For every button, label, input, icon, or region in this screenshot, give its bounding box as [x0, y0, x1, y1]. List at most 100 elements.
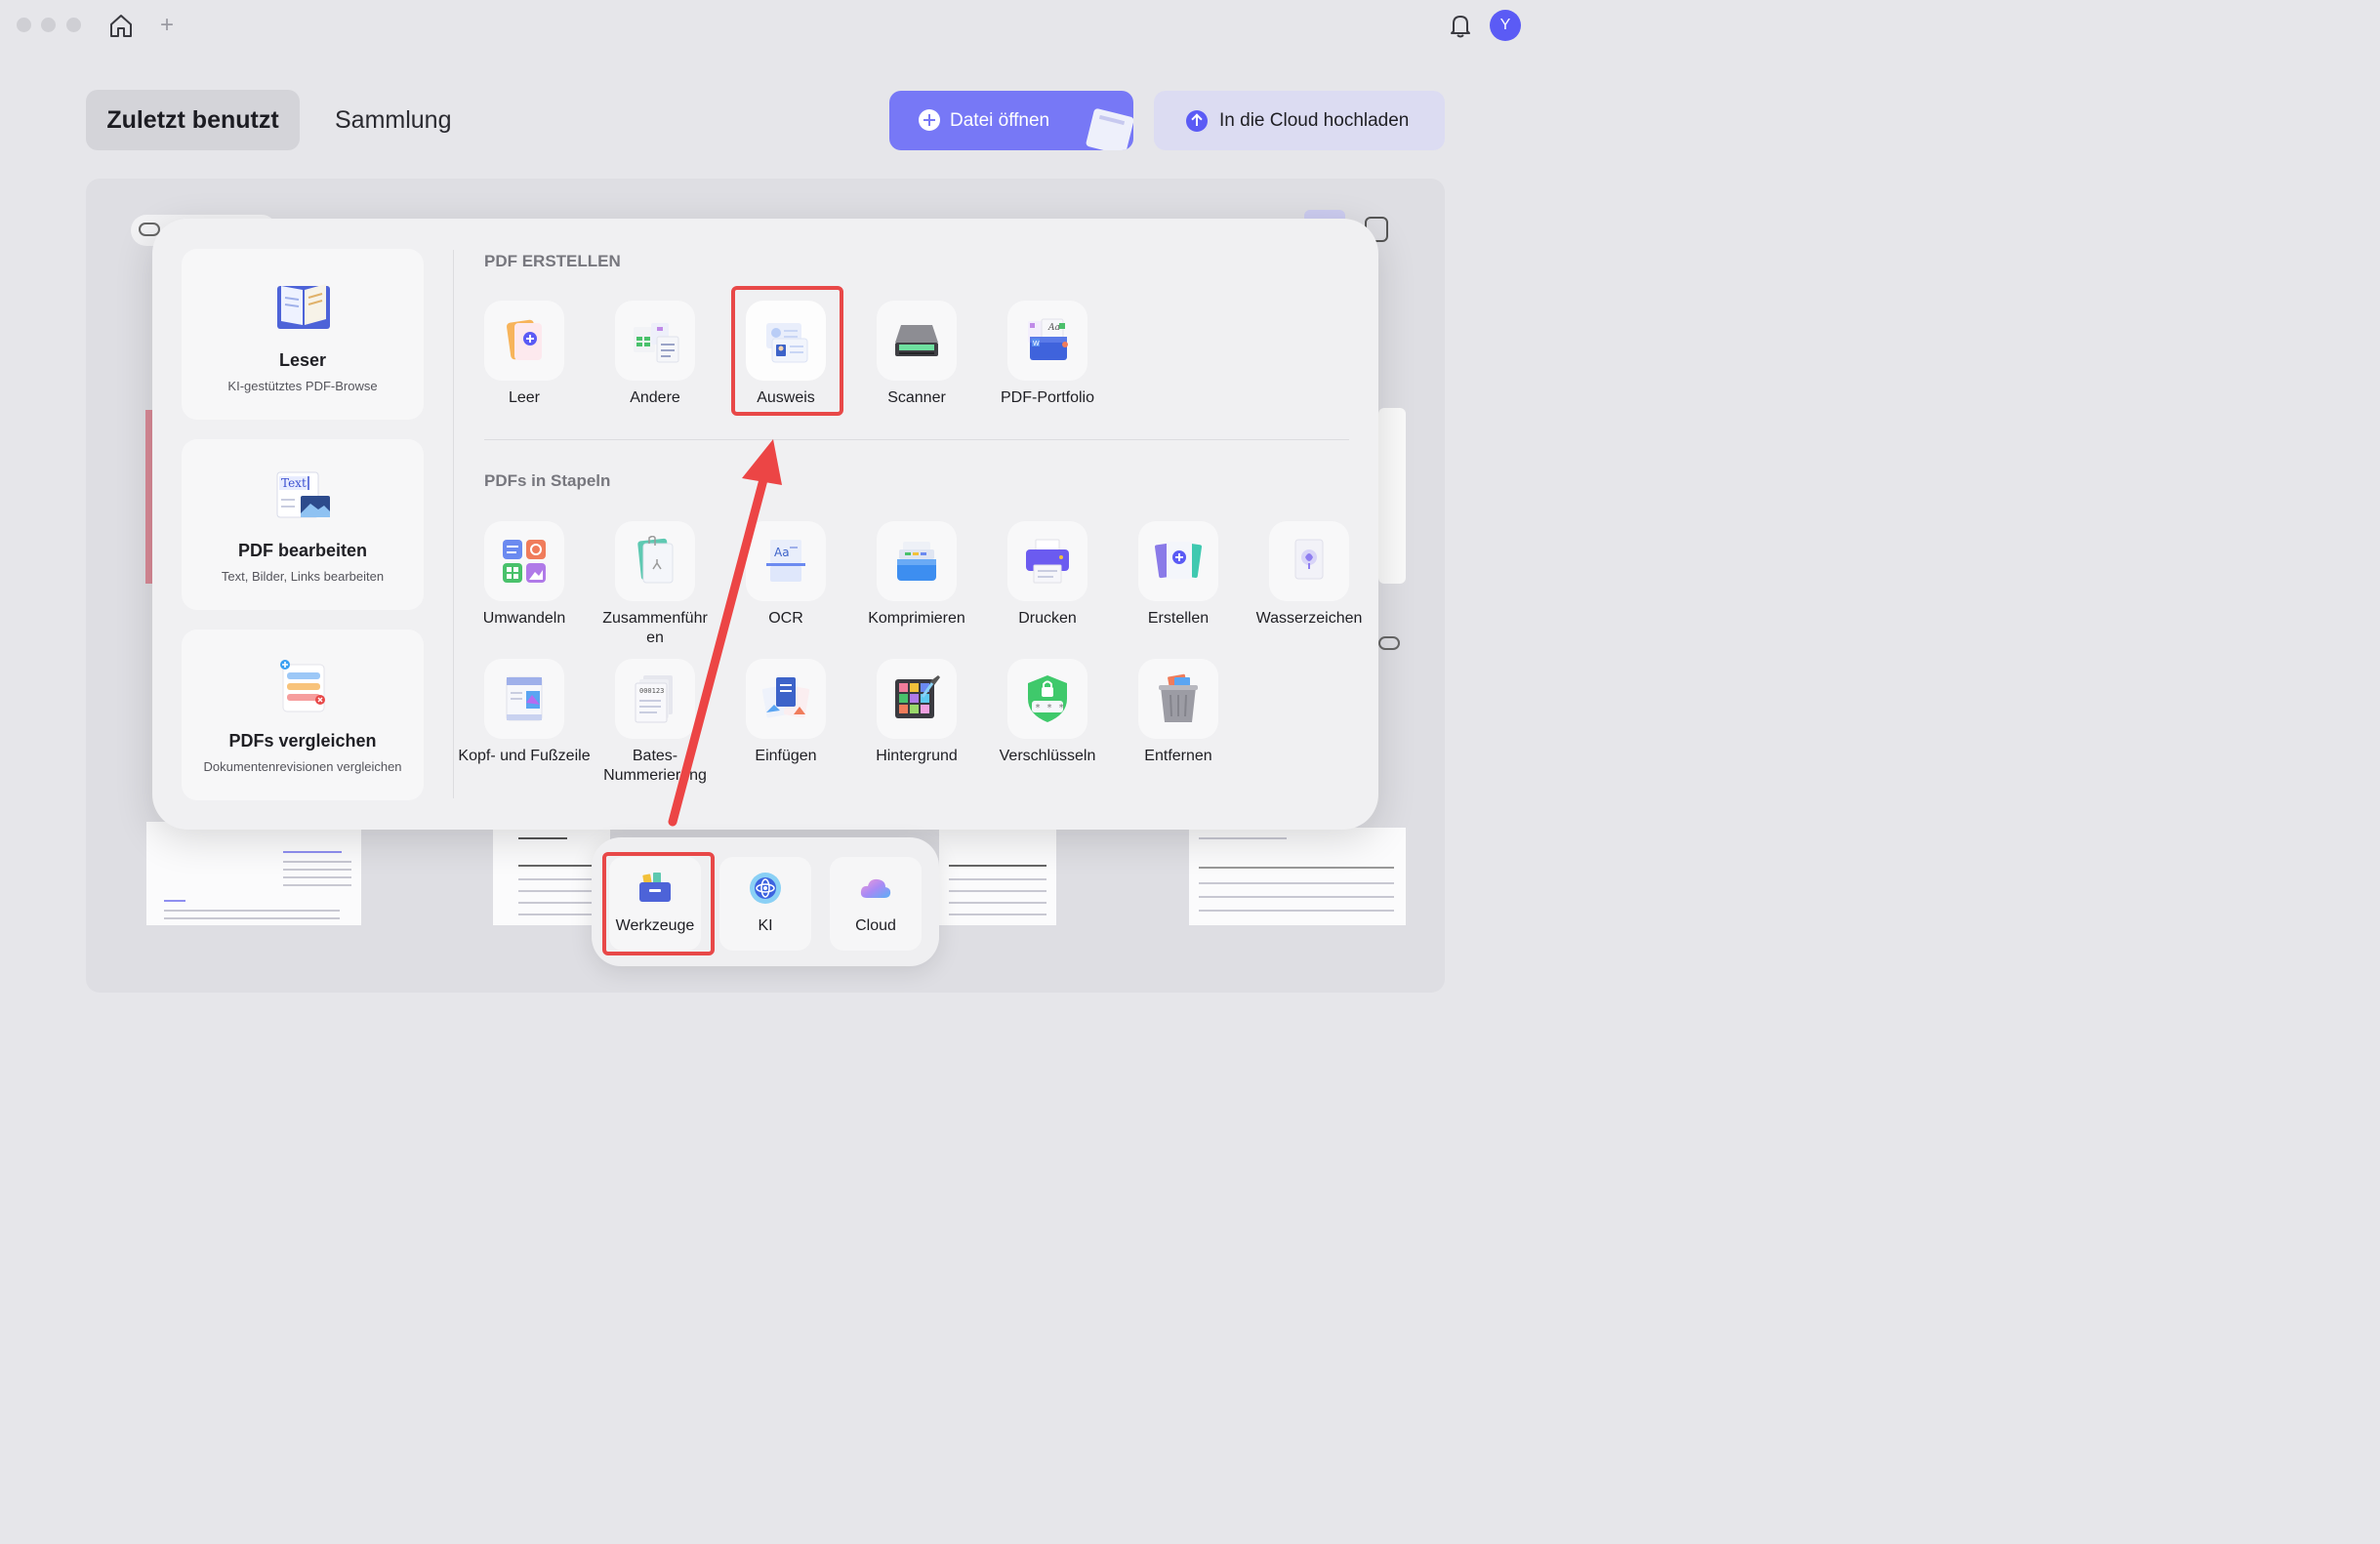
file-thumbnail-edge	[145, 410, 152, 584]
cloud-icon	[860, 878, 891, 898]
compare-icon	[280, 660, 325, 712]
printer-icon	[1026, 539, 1069, 584]
watermark-icon	[1294, 539, 1324, 580]
edit-pdf-title: PDF bearbeiten	[237, 541, 368, 560]
plus-icon[interactable]: +	[160, 12, 174, 39]
documents-decoration	[1085, 107, 1133, 150]
tool-tile	[484, 301, 564, 381]
tool-label: Bates-Nummerierung	[603, 748, 707, 784]
tool-label: PDF-Portfolio	[1000, 389, 1095, 406]
dock-ai[interactable]: KI	[719, 857, 811, 951]
file-thumbnail[interactable]	[1189, 828, 1406, 925]
cloud-icon	[1378, 636, 1400, 650]
create-icon	[1154, 542, 1203, 579]
encrypt-icon: * * *	[1028, 675, 1067, 722]
svg-text:W: W	[1033, 341, 1040, 347]
svg-text:000123: 000123	[639, 687, 664, 695]
section-divider-vertical	[453, 250, 454, 798]
bates-icon: 000123	[635, 675, 673, 723]
reader-title: Leser	[278, 350, 327, 370]
compare-pdf-card[interactable]: PDFs vergleichen Dokumentenrevisionen ve…	[182, 630, 424, 800]
plus-circle-icon	[919, 109, 940, 131]
svg-text:* * *: * * *	[1035, 703, 1064, 713]
edit-pdf-card[interactable]: Text PDF bearbeiten Text, Bilder, Links …	[182, 439, 424, 610]
open-file-button[interactable]: Datei öffnen	[889, 91, 1133, 150]
file-thumbnail[interactable]	[146, 822, 361, 925]
other-files-icon	[634, 323, 679, 363]
tab-collection[interactable]: Sammlung	[335, 90, 452, 150]
create-section-title: PDF ERSTELLEN	[484, 252, 621, 270]
svg-text:Text: Text	[281, 476, 307, 490]
trash-icon	[1159, 673, 1198, 722]
tool-tile	[877, 659, 957, 739]
tool-label: Entfernen	[1144, 748, 1212, 764]
tool-label: Einfügen	[755, 748, 817, 764]
tool-label: Scanner	[887, 389, 946, 406]
tool-label: Erstellen	[1147, 610, 1210, 627]
reader-subtitle: KI-gestütztes PDF-Browse	[227, 379, 378, 393]
tool-label: Wasserzeichen	[1255, 610, 1363, 627]
tool-label: Komprimieren	[868, 610, 965, 627]
tool-tile: Aa	[746, 521, 826, 601]
tool-tile	[615, 301, 695, 381]
upload-cloud-label: In die Cloud hochladen	[1219, 110, 1410, 131]
ocr-icon: Aa	[766, 540, 805, 582]
portfolio-icon: Aa W	[1028, 318, 1068, 360]
bell-icon[interactable]	[1449, 12, 1472, 39]
tool-tile: * * *	[1007, 659, 1087, 739]
close-window-button[interactable]	[17, 18, 31, 32]
blank-page-icon	[507, 319, 542, 360]
book-icon	[277, 284, 330, 329]
upload-icon	[1186, 110, 1208, 132]
tool-tile	[1007, 521, 1087, 601]
tool-label: Zusammenführ en	[602, 610, 708, 646]
avatar[interactable]: Y	[1490, 10, 1521, 41]
tool-tile	[484, 521, 564, 601]
compare-pdf-title: PDFs vergleichen	[228, 731, 377, 751]
compare-pdf-subtitle: Dokumentenrevisionen vergleichen	[203, 759, 402, 774]
tool-label: Verschlüsseln	[999, 748, 1096, 764]
dock-label: KI	[758, 917, 773, 934]
home-icon[interactable]	[107, 12, 135, 39]
tool-tile	[877, 301, 957, 381]
tool-label: Drucken	[1018, 610, 1077, 627]
tool-label: Andere	[630, 389, 680, 406]
scanner-icon	[895, 325, 938, 356]
tool-tile	[1269, 521, 1349, 601]
tool-tile	[746, 659, 826, 739]
batch-section-title: PDFs in Stapeln	[484, 471, 611, 490]
convert-icon	[503, 540, 546, 583]
tab-recent[interactable]: Zuletzt benutzt	[86, 90, 300, 150]
tool-tile	[877, 521, 957, 601]
compress-icon	[897, 542, 936, 581]
open-file-label: Datei öffnen	[950, 110, 1050, 131]
tool-tile	[615, 521, 695, 601]
id-card-highlight	[731, 286, 843, 416]
dock-cloud[interactable]: Cloud	[830, 857, 922, 951]
background-icon	[895, 675, 940, 718]
zoom-window-button[interactable]	[66, 18, 81, 32]
tool-tile	[484, 659, 564, 739]
tool-label: Hintergrund	[876, 748, 958, 764]
dock-label: Cloud	[855, 917, 896, 934]
section-divider-horizontal	[484, 439, 1349, 440]
svg-text:Aa: Aa	[1047, 323, 1060, 333]
tool-label: OCR	[768, 610, 803, 627]
minimize-window-button[interactable]	[41, 18, 56, 32]
tool-label: Umwandeln	[482, 610, 566, 627]
merge-icon	[637, 536, 674, 584]
file-thumbnail[interactable]	[939, 828, 1056, 925]
upload-cloud-button[interactable]: In die Cloud hochladen	[1154, 91, 1445, 150]
tool-tile	[1138, 659, 1218, 739]
tool-label: Kopf- und Fußzeile	[458, 748, 591, 764]
tools-highlight	[602, 852, 715, 955]
reader-card[interactable]: Leser KI-gestütztes PDF-Browse	[182, 249, 424, 420]
tool-tile	[1138, 521, 1218, 601]
header-footer-icon	[506, 676, 543, 721]
edit-text-icon: Text	[276, 471, 330, 518]
svg-text:Aa: Aa	[774, 546, 790, 559]
file-thumbnail-edge	[1378, 408, 1406, 584]
tool-label: Leer	[508, 389, 541, 406]
title-bar: + Y	[0, 0, 1531, 51]
tool-tile: 000123	[615, 659, 695, 739]
